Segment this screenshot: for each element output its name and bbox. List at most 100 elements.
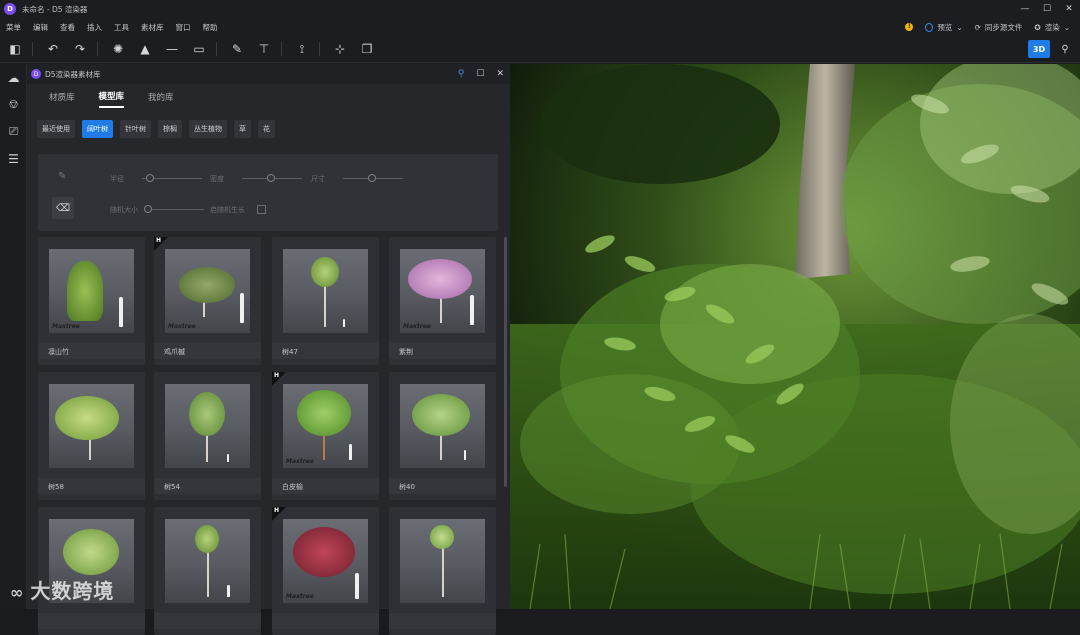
radius-slider-handle[interactable]: [146, 174, 154, 182]
pin-icon[interactable]: ⚲: [458, 69, 465, 79]
chip-grass[interactable]: 草: [234, 120, 251, 138]
model-thumbnail: [165, 519, 250, 603]
scene-render: [510, 64, 1080, 609]
close-button[interactable]: ✕: [1058, 0, 1080, 18]
render-viewport[interactable]: [510, 64, 1080, 609]
transform-icon[interactable]: ⟟: [290, 37, 314, 61]
menu-item-menu[interactable]: 菜单: [6, 22, 21, 33]
model-card[interactable]: 树58: [38, 372, 145, 500]
warning-icon[interactable]: !: [905, 23, 914, 31]
model-label: 鸡爪槭: [164, 348, 185, 356]
chevron-down-icon: ⌄: [956, 22, 963, 32]
chip-flowers[interactable]: 花: [258, 120, 275, 138]
paint-roller-icon[interactable]: ⊤: [252, 37, 276, 61]
layers-icon[interactable]: ⎊: [0, 91, 27, 118]
chip-recent[interactable]: 最近使用: [37, 120, 75, 138]
watermark-logo-icon: ∞: [10, 583, 25, 602]
maximize-panel-icon[interactable]: ☐: [476, 69, 484, 79]
scatter-brush-panel: ✎ ⌫ 半径 密度 尺寸 随机大小 启随机生长: [38, 154, 498, 231]
chip-palm[interactable]: 棕榈: [158, 120, 182, 138]
model-card[interactable]: 树54: [154, 372, 261, 500]
brand-label: Maxtree: [168, 323, 196, 330]
toolbar-divider: [32, 42, 33, 56]
camera-icon[interactable]: ⎚: [0, 118, 27, 145]
model-card[interactable]: [389, 507, 496, 635]
toggle-panel-icon[interactable]: ◧: [3, 37, 27, 61]
menu-item-tools[interactable]: 工具: [114, 22, 129, 33]
model-card[interactable]: Maxtree H: [272, 507, 379, 635]
model-card[interactable]: Maxtree H 白皮榆: [272, 372, 379, 500]
app-logo: D: [4, 3, 16, 15]
model-card[interactable]: Maxtree 紫荆: [389, 237, 496, 365]
brand-label: Maxtree: [286, 593, 314, 600]
menu-item-help[interactable]: 帮助: [203, 22, 218, 33]
light-icon[interactable]: ✺: [106, 37, 130, 61]
eyedropper-icon[interactable]: ✎: [225, 37, 249, 61]
render-icon: ✪: [1034, 22, 1041, 32]
model-label: 树58: [48, 483, 64, 491]
density-slider-handle[interactable]: [267, 174, 275, 182]
density-label: 密度: [210, 175, 224, 183]
document-icon[interactable]: ☰: [0, 145, 27, 172]
window-title: 未命名 - D5 渲染器: [22, 4, 88, 14]
model-card[interactable]: Maxtree H 鸡爪槭: [154, 237, 261, 365]
hd-badge-label: H: [274, 507, 280, 514]
close-panel-icon[interactable]: ✕: [496, 69, 504, 79]
random-size-slider[interactable]: [144, 209, 204, 210]
model-card[interactable]: [154, 507, 261, 635]
model-thumbnail: [165, 384, 250, 468]
redo-icon[interactable]: ↷: [68, 37, 92, 61]
hd-badge-label: H: [274, 372, 280, 379]
model-card[interactable]: 树47: [272, 237, 379, 365]
eraser-icon[interactable]: ⌫: [52, 197, 74, 219]
view-3d-button[interactable]: 3D: [1028, 40, 1050, 58]
chip-broadleaf[interactable]: 阔叶树: [82, 120, 113, 138]
panel-scrollbar[interactable]: [504, 237, 507, 487]
brand-label: Maxtree: [403, 323, 431, 330]
model-thumbnail: [400, 384, 485, 468]
toolbar-divider: [216, 42, 217, 56]
walk-mode-icon[interactable]: ⚲: [1054, 40, 1076, 58]
menu-item-window[interactable]: 窗口: [176, 22, 191, 33]
spotlight-icon[interactable]: ▲: [133, 37, 157, 61]
undo-icon[interactable]: ↶: [41, 37, 65, 61]
brush-icon[interactable]: ✎: [58, 171, 66, 182]
chip-conifer[interactable]: 针叶树: [120, 120, 151, 138]
library-tabs: 材质库 模型库 我的库: [27, 84, 510, 114]
area-light-icon[interactable]: ▭: [187, 37, 211, 61]
model-card[interactable]: [38, 507, 145, 635]
chip-shrubs[interactable]: 丛生植物: [189, 120, 227, 138]
tab-model-library[interactable]: 模型库: [98, 90, 125, 108]
random-size-slider-handle[interactable]: [144, 205, 152, 213]
menu-item-edit[interactable]: 编辑: [33, 22, 48, 33]
copy-layers-icon[interactable]: ❐: [355, 37, 379, 61]
toolbar-divider: [319, 42, 320, 56]
size-slider-handle[interactable]: [368, 174, 376, 182]
menu-item-view[interactable]: 查看: [60, 22, 75, 33]
tab-my-library[interactable]: 我的库: [148, 91, 174, 107]
model-card[interactable]: Maxtree 凛山竹: [38, 237, 145, 365]
model-thumbnail: Maxtree: [49, 249, 134, 333]
render-menu[interactable]: ✪ 渲染 ⌄: [1034, 22, 1070, 33]
render-label: 渲染: [1044, 22, 1060, 32]
model-thumbnail: [49, 384, 134, 468]
maximize-button[interactable]: ☐: [1036, 0, 1058, 18]
toolbar-divider: [281, 42, 282, 56]
model-card[interactable]: 树40: [389, 372, 496, 500]
random-growth-checkbox[interactable]: [257, 205, 266, 214]
menu-item-insert[interactable]: 插入: [87, 22, 102, 33]
model-thumbnail: [400, 519, 485, 603]
cloud-icon[interactable]: ☁: [0, 64, 27, 91]
tab-material-library[interactable]: 材质库: [49, 91, 75, 107]
minimize-button[interactable]: —: [1014, 0, 1036, 18]
asset-library-panel: D D5渲染器素材库 ⚲ ☐ ✕ 材质库 模型库 我的库 最近使用 阔叶树 针叶…: [27, 64, 510, 635]
sync-icon: ⟳: [974, 22, 981, 32]
line-light-icon[interactable]: —: [160, 37, 184, 61]
align-icon[interactable]: ⊹: [328, 37, 352, 61]
preview-menu[interactable]: 预览 ⌄: [925, 22, 963, 33]
model-label: 白皮榆: [282, 483, 303, 491]
menu-item-library[interactable]: 素材库: [141, 22, 164, 33]
sync-source-button[interactable]: ⟳ 同步源文件: [975, 22, 1023, 33]
radius-label: 半径: [110, 175, 124, 183]
model-thumbnail: [283, 249, 368, 333]
